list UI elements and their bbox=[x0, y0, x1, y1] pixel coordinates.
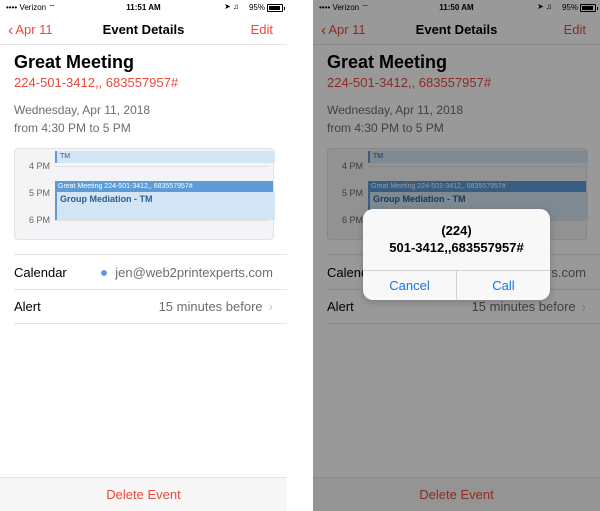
event-date: Wednesday, Apr 11, 2018 bbox=[14, 103, 151, 117]
calendar-event-tm[interactable]: TM bbox=[55, 151, 275, 163]
calendar-label: Calendar bbox=[14, 265, 67, 280]
phone-screen-event-details: •••• Verizon ⌔ 11:51 AM ➤ ♫ 95% ‹ Apr 11 … bbox=[0, 0, 287, 511]
phone-screen-call-prompt: •••• Verizon ⌔ 11:50 AM ➤ ♫ 95% ‹ Apr 11 … bbox=[313, 0, 600, 511]
delete-event-button[interactable]: Delete Event bbox=[0, 487, 287, 502]
status-icons: ➤ ♫ bbox=[224, 2, 239, 11]
calendar-event-group-mediation[interactable]: Group Mediation - TM bbox=[55, 192, 275, 220]
navigation-bar: ‹ Apr 11 Event Details Edit bbox=[0, 14, 287, 45]
event-phone-link[interactable]: 224-501-3412,, 683557957# bbox=[14, 75, 178, 90]
calendar-color-dot bbox=[101, 270, 108, 276]
calendar-event-great-meeting[interactable]: Great Meeting 224-501-3412,, 683557957# bbox=[55, 181, 273, 192]
hour-label: 4 PM bbox=[29, 161, 51, 171]
hour-label: 6 PM bbox=[29, 215, 51, 225]
calendar-value: jen@web2printexperts.com bbox=[101, 265, 273, 280]
status-bar: •••• Verizon ⌔ 11:51 AM ➤ ♫ 95% bbox=[0, 0, 287, 14]
alert-number-line2: 501-3412,,683557957# bbox=[389, 240, 524, 255]
calendar-row[interactable]: Calendar jen@web2printexperts.com bbox=[14, 255, 287, 290]
alert-number-line1: (224) bbox=[441, 223, 472, 238]
alert-label: Alert bbox=[14, 299, 41, 314]
cancel-button[interactable]: Cancel bbox=[363, 278, 456, 293]
headphones-icon: ♫ bbox=[233, 2, 239, 11]
battery-icon bbox=[267, 4, 285, 12]
call-button[interactable]: Call bbox=[457, 278, 550, 293]
event-time: from 4:30 PM to 5 PM bbox=[14, 121, 131, 135]
battery-percent: 95% bbox=[248, 3, 265, 12]
edit-button[interactable]: Edit bbox=[251, 22, 273, 37]
status-time: 11:51 AM bbox=[126, 3, 161, 12]
event-title: Great Meeting bbox=[14, 52, 135, 72]
hour-label: 5 PM bbox=[29, 188, 51, 198]
mini-calendar[interactable]: 4 PM 5 PM 6 PM TM Great Meeting 224-501-… bbox=[14, 148, 275, 240]
alert-row[interactable]: Alert 15 minutes before › bbox=[14, 289, 287, 324]
chevron-right-icon: › bbox=[268, 299, 273, 314]
location-icon: ➤ bbox=[224, 2, 231, 11]
call-alert-dialog: (224) 501-3412,,683557957# Cancel Call bbox=[363, 209, 550, 300]
alert-value: 15 minutes before › bbox=[158, 299, 273, 314]
nav-title: Event Details bbox=[102, 22, 185, 37]
bottom-toolbar: Delete Event bbox=[0, 477, 287, 511]
hour-line bbox=[55, 220, 269, 221]
hour-line bbox=[55, 166, 269, 167]
